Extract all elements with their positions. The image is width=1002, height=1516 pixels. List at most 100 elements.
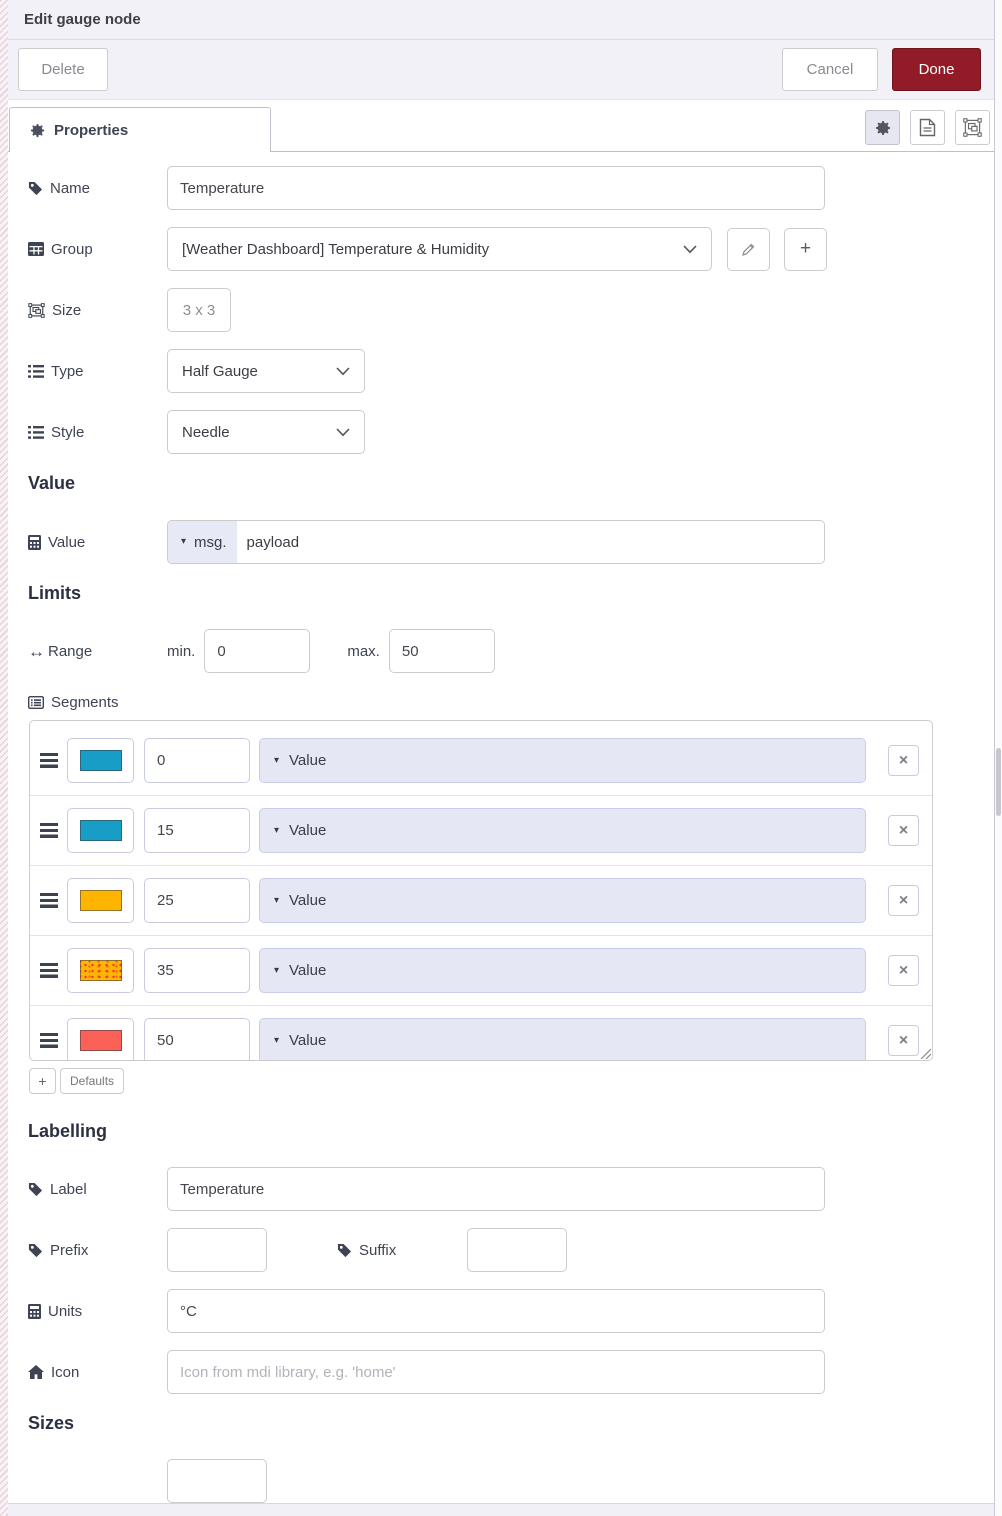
caret-down-icon: ▾ [274,824,280,836]
tab-actions [865,110,994,145]
range-label: ↔ Range [28,643,167,660]
segment-color-button[interactable] [67,878,134,923]
drag-handle-icon[interactable] [40,963,58,978]
segment-value-input[interactable] [144,808,250,853]
cancel-button[interactable]: Cancel [782,48,878,91]
type-select[interactable]: Half Gauge [167,349,365,393]
tab-properties[interactable]: Properties [9,107,271,152]
caret-down-icon: ▾ [274,1034,280,1046]
segment-type-dropdown[interactable]: ▾ Value [259,738,866,783]
sizes-partial-row [28,1459,994,1503]
table-icon [28,242,44,256]
edit-group-button[interactable] [727,227,770,271]
style-label-text: Style [51,423,85,441]
group-select[interactable]: [Weather Dashboard] Temperature & Humidi… [167,227,712,271]
tag-icon [28,1182,43,1197]
segment-color-button[interactable] [67,738,134,783]
segment-value-input[interactable] [144,1018,250,1060]
remove-segment-button[interactable]: × [888,955,919,986]
remove-segment-button[interactable]: × [888,885,919,916]
scrollbar-thumb[interactable] [996,748,1001,816]
defaults-button[interactable]: Defaults [60,1068,125,1094]
value-property-input[interactable]: payload [237,521,300,563]
gear-icon [875,120,891,136]
tag-icon [337,1243,352,1258]
value-row: Value ▾ msg. payload [28,520,994,564]
remove-segment-button[interactable]: × [888,745,919,776]
name-input[interactable] [167,166,825,210]
sizes-input-partial[interactable] [167,1459,267,1503]
dialog-bottom-edge [8,1503,994,1516]
size-button[interactable]: 3 x 3 [167,288,231,332]
add-segment-button[interactable]: + [29,1068,56,1094]
list-resize-handle[interactable] [919,1047,931,1059]
label-input[interactable] [167,1167,825,1211]
drag-handle-icon[interactable] [40,893,58,908]
drag-handle-icon[interactable] [40,753,58,768]
segment-type-dropdown[interactable]: ▾ Value [259,878,866,923]
units-input[interactable] [167,1289,825,1333]
group-label: Group [28,241,167,258]
suffix-input[interactable] [467,1228,568,1272]
min-label: min. [167,642,196,660]
pencil-icon [741,242,756,257]
range-min-input[interactable] [204,629,311,673]
remove-segment-button[interactable]: × [888,815,919,846]
segment-type-dropdown[interactable]: ▾ Value [259,1018,866,1060]
group-label-text: Group [51,240,93,258]
delete-button[interactable]: Delete [18,48,108,91]
dialog-button-row: Delete Cancel Done [8,40,994,100]
icon-label-text: Icon [51,1363,80,1381]
value-property-text: payload [246,533,300,551]
style-select[interactable]: Needle [167,410,365,454]
segment-value-input[interactable] [144,878,250,923]
segment-row: ▾ Value × [30,935,932,1005]
style-label: Style [28,424,167,441]
label-label: Label [28,1181,167,1198]
home-icon [28,1365,44,1379]
properties-form: Name Group [Weather Dashboard] Temperatu… [8,152,994,1503]
edit-gauge-node-dialog: Edit gauge node Delete Cancel Done Prope… [8,0,995,1516]
tag-icon [28,1243,43,1258]
segment-color-button[interactable] [67,948,134,993]
segment-color-button[interactable] [67,1018,134,1060]
label-row: Label [28,1167,994,1211]
segment-color-fill [79,820,122,841]
icon-row: Icon [28,1350,994,1394]
editor-tabbar: Properties [8,100,994,152]
appearance-view-button[interactable] [955,110,990,145]
properties-view-button[interactable] [865,110,900,145]
drag-handle-icon[interactable] [40,1033,58,1048]
icon-input[interactable] [167,1350,825,1394]
caret-down-icon: ▾ [181,536,187,547]
add-group-button[interactable]: + [784,227,827,271]
range-max-input[interactable] [388,629,495,673]
segment-type-dropdown[interactable]: ▾ Value [259,808,866,853]
drag-handle-icon[interactable] [40,823,58,838]
description-view-button[interactable] [910,110,945,145]
segment-color-fill [79,890,122,911]
remove-segment-button[interactable]: × [888,1025,919,1056]
chevron-down-icon [683,244,697,254]
document-icon [919,118,936,137]
list-alt-icon [28,695,44,709]
style-select-value: Needle [182,423,230,441]
done-button[interactable]: Done [892,48,981,91]
prefix-label-text: Prefix [50,1241,89,1259]
scrollbar[interactable] [995,0,1002,1516]
segment-type-label: Value [289,822,327,839]
prefix-input[interactable] [167,1228,267,1272]
name-row: Name [28,166,994,210]
value-type-select[interactable]: ▾ msg. [168,521,237,563]
segment-color-fill [79,750,122,771]
calculator-icon [28,1303,41,1319]
value-typed-input: ▾ msg. payload [167,520,825,564]
segment-value-input[interactable] [144,738,250,783]
value-label-text: Value [48,533,86,551]
gear-icon [30,123,45,138]
segment-value-input[interactable] [144,948,250,993]
segment-color-button[interactable] [67,808,134,853]
limits-section-heading: Limits [28,583,82,603]
segment-type-dropdown[interactable]: ▾ Value [259,948,866,993]
size-label-text: Size [52,301,82,319]
